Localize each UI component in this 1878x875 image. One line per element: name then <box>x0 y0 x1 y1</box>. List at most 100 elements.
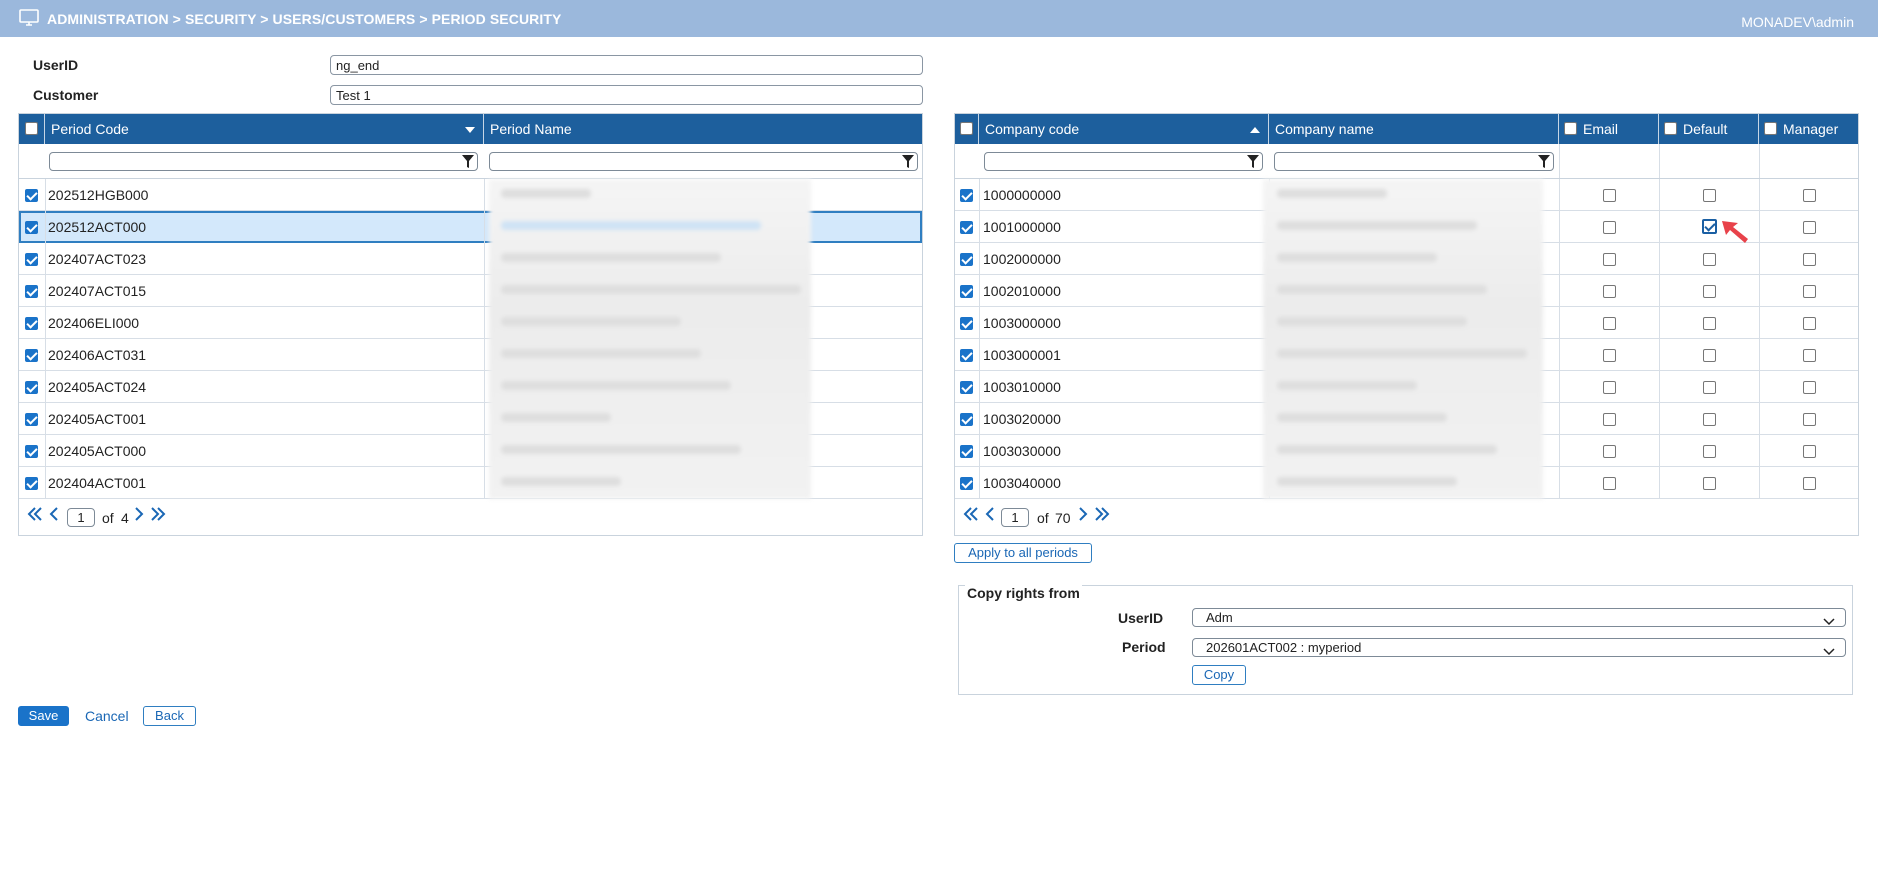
apply-to-all-periods-button[interactable]: Apply to all periods <box>954 543 1092 563</box>
manager-checkbox[interactable] <box>1803 445 1816 458</box>
email-checkbox[interactable] <box>1603 253 1616 266</box>
email-checkbox[interactable] <box>1603 477 1616 490</box>
email-checkbox[interactable] <box>1603 413 1616 426</box>
copy-period-select[interactable]: 202601ACT002 : myperiod <box>1192 638 1846 657</box>
col-period-name[interactable]: Period Name <box>484 114 924 144</box>
manager-checkbox[interactable] <box>1803 253 1816 266</box>
row-checkbox[interactable] <box>960 349 973 362</box>
row-checkbox[interactable] <box>960 253 973 266</box>
sort-desc-icon[interactable] <box>465 114 475 144</box>
next-page-icon[interactable] <box>134 507 144 524</box>
manager-checkbox[interactable] <box>1803 285 1816 298</box>
row-checkbox[interactable] <box>25 285 38 298</box>
manager-checkbox[interactable] <box>1803 381 1816 394</box>
row-checkbox[interactable] <box>25 381 38 394</box>
row-checkbox[interactable] <box>960 381 973 394</box>
col-period-code-label: Period Code <box>51 121 129 137</box>
filter-icon[interactable] <box>462 155 474 171</box>
row-checkbox[interactable] <box>960 477 973 490</box>
copy-userid-select[interactable]: Adm <box>1192 608 1846 627</box>
row-checkbox[interactable] <box>960 285 973 298</box>
col-period-code[interactable]: Period Code <box>45 114 484 144</box>
manager-checkbox[interactable] <box>1803 413 1816 426</box>
select-all-companies-checkbox[interactable] <box>960 122 973 135</box>
email-checkbox[interactable] <box>1603 189 1616 202</box>
manager-checkbox[interactable] <box>1803 349 1816 362</box>
row-checkbox[interactable] <box>960 317 973 330</box>
default-checkbox[interactable] <box>1703 189 1716 202</box>
manager-all-checkbox[interactable] <box>1764 122 1777 135</box>
period-code-cell: 202512HGB000 <box>48 187 149 203</box>
default-checkbox[interactable] <box>1703 445 1716 458</box>
column-divider <box>1559 144 1560 178</box>
email-checkbox[interactable] <box>1603 381 1616 394</box>
customer-field[interactable] <box>330 85 923 105</box>
period-grid-header: Period Code Period Name <box>19 114 922 144</box>
col-default[interactable]: Default <box>1659 114 1759 144</box>
manager-checkbox[interactable] <box>1803 221 1816 234</box>
col-email-label: Email <box>1583 121 1619 137</box>
row-checkbox[interactable] <box>960 445 973 458</box>
last-page-icon[interactable] <box>1094 507 1110 524</box>
email-checkbox[interactable] <box>1603 349 1616 362</box>
default-checkbox[interactable] <box>1702 219 1717 234</box>
default-checkbox[interactable] <box>1703 317 1716 330</box>
default-checkbox[interactable] <box>1703 381 1716 394</box>
row-checkbox[interactable] <box>960 221 973 234</box>
default-checkbox[interactable] <box>1703 253 1716 266</box>
default-all-checkbox[interactable] <box>1664 122 1677 135</box>
default-checkbox[interactable] <box>1703 349 1716 362</box>
email-checkbox[interactable] <box>1603 221 1616 234</box>
userid-field[interactable] <box>330 55 923 75</box>
cancel-link[interactable]: Cancel <box>85 708 129 724</box>
manager-checkbox[interactable] <box>1803 189 1816 202</box>
row-checkbox[interactable] <box>25 221 38 234</box>
prev-page-icon[interactable] <box>985 507 995 524</box>
save-button[interactable]: Save <box>18 706 69 726</box>
select-all-checkbox[interactable] <box>25 122 38 135</box>
row-checkbox[interactable] <box>25 445 38 458</box>
default-checkbox[interactable] <box>1703 285 1716 298</box>
col-email[interactable]: Email <box>1559 114 1659 144</box>
filter-icon[interactable] <box>1247 155 1259 171</box>
copy-button[interactable]: Copy <box>1192 665 1246 685</box>
next-page-icon[interactable] <box>1078 507 1088 524</box>
prev-page-icon[interactable] <box>49 507 59 524</box>
page-number-input[interactable]: 1 <box>1001 508 1029 527</box>
select-all-cell <box>955 114 979 144</box>
col-company-name[interactable]: Company name <box>1269 114 1559 144</box>
row-checkbox[interactable] <box>25 253 38 266</box>
company-name-filter[interactable] <box>1274 152 1554 171</box>
row-checkbox[interactable] <box>25 317 38 330</box>
row-checkbox[interactable] <box>960 413 973 426</box>
row-checkbox[interactable] <box>25 189 38 202</box>
first-page-icon[interactable] <box>963 507 979 524</box>
back-button[interactable]: Back <box>143 706 196 726</box>
filter-icon[interactable] <box>1538 155 1550 171</box>
email-checkbox[interactable] <box>1603 317 1616 330</box>
filter-icon[interactable] <box>902 155 914 171</box>
company-code-cell: 1003000000 <box>983 315 1061 331</box>
period-name-filter[interactable] <box>489 152 918 171</box>
period-code-filter[interactable] <box>49 152 478 171</box>
chevron-down-icon <box>1823 613 1835 630</box>
email-all-checkbox[interactable] <box>1564 122 1577 135</box>
row-checkbox[interactable] <box>960 189 973 202</box>
first-page-icon[interactable] <box>27 507 43 524</box>
default-checkbox[interactable] <box>1703 477 1716 490</box>
manager-checkbox[interactable] <box>1803 477 1816 490</box>
row-checkbox[interactable] <box>25 413 38 426</box>
sort-asc-icon[interactable] <box>1250 114 1260 144</box>
row-checkbox[interactable] <box>25 477 38 490</box>
email-checkbox[interactable] <box>1603 445 1616 458</box>
col-company-code[interactable]: Company code <box>979 114 1269 144</box>
col-manager[interactable]: Manager <box>1759 114 1860 144</box>
default-checkbox[interactable] <box>1703 413 1716 426</box>
row-checkbox[interactable] <box>25 349 38 362</box>
last-page-icon[interactable] <box>150 507 166 524</box>
page-number-input[interactable]: 1 <box>67 508 95 527</box>
manager-checkbox[interactable] <box>1803 317 1816 330</box>
email-checkbox[interactable] <box>1603 285 1616 298</box>
period-code-cell: 202512ACT000 <box>48 219 147 235</box>
company-code-filter[interactable] <box>984 152 1263 171</box>
